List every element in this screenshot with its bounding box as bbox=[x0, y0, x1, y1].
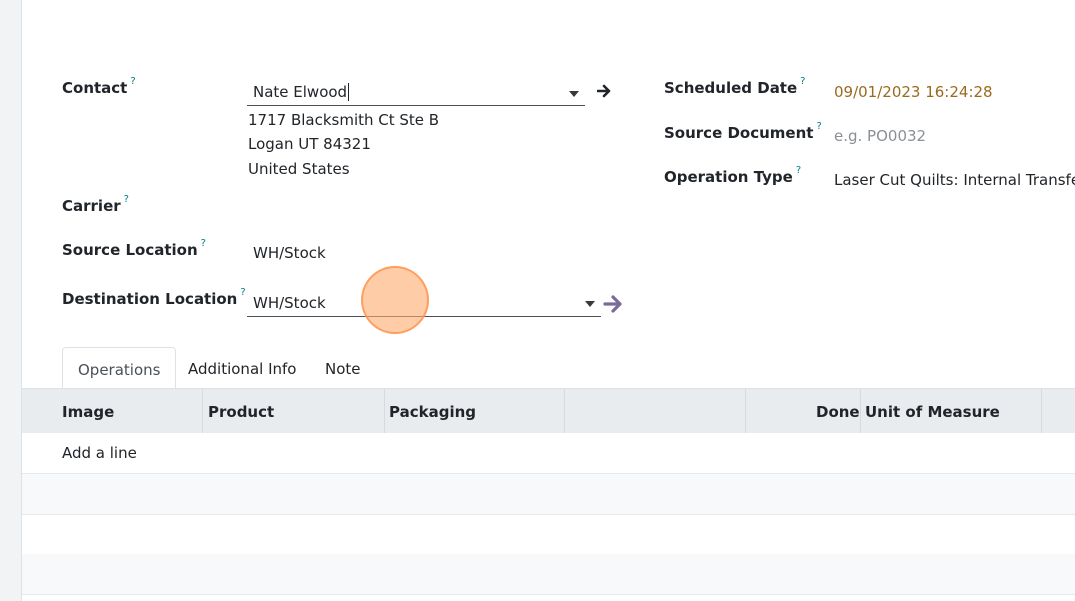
scheduled-date-help-icon[interactable]: ? bbox=[800, 76, 805, 87]
source-location-value: WH/Stock bbox=[253, 244, 326, 262]
table-row bbox=[22, 474, 1075, 515]
destination-arrow-right-icon[interactable] bbox=[603, 293, 625, 315]
operation-type-value[interactable]: Laser Cut Quilts: Internal Transfers bbox=[834, 171, 1075, 189]
address-line-3: United States bbox=[248, 160, 350, 178]
contact-help-icon[interactable]: ? bbox=[130, 76, 135, 87]
contact-label: Contact? bbox=[62, 76, 136, 97]
column-image[interactable]: Image bbox=[62, 389, 114, 433]
table-header: Image Product Packaging Done Unit of Mea… bbox=[22, 388, 1075, 433]
destination-location-help-icon[interactable]: ? bbox=[240, 287, 245, 298]
column-packaging[interactable]: Packaging bbox=[389, 389, 476, 433]
add-line-link[interactable]: Add a line bbox=[62, 444, 137, 462]
source-document-label: Source Document? bbox=[664, 121, 822, 142]
column-unit-of-measure[interactable]: Unit of Measure bbox=[865, 389, 1000, 433]
source-location-label: Source Location? bbox=[62, 238, 206, 259]
table-row bbox=[22, 514, 1075, 555]
contact-value: Nate Elwood bbox=[253, 83, 350, 101]
destination-location-value: WH/Stock bbox=[253, 294, 326, 312]
click-indicator bbox=[361, 266, 429, 334]
column-product[interactable]: Product bbox=[208, 389, 274, 433]
contact-field[interactable]: Nate Elwood bbox=[247, 79, 585, 106]
source-location-help-icon[interactable]: ? bbox=[201, 238, 206, 249]
address-line-2: Logan UT 84321 bbox=[248, 135, 371, 153]
table-row bbox=[22, 554, 1075, 595]
destination-dropdown-chevron-down-icon[interactable] bbox=[585, 301, 595, 307]
tab-note[interactable]: Note bbox=[325, 347, 361, 387]
destination-location-label: Destination Location? bbox=[62, 287, 246, 308]
tab-additional-info[interactable]: Additional Info bbox=[188, 347, 296, 387]
operation-type-label: Operation Type? bbox=[664, 165, 802, 186]
column-done[interactable]: Done bbox=[816, 389, 860, 433]
scheduled-date-label: Scheduled Date? bbox=[664, 76, 806, 97]
address-line-1: 1717 Blacksmith Ct Ste B bbox=[248, 111, 440, 129]
carrier-help-icon[interactable]: ? bbox=[124, 194, 129, 205]
contact-dropdown-chevron-down-icon[interactable] bbox=[569, 91, 579, 97]
source-document-field[interactable]: e.g. PO0032 bbox=[834, 127, 926, 145]
carrier-label: Carrier? bbox=[62, 194, 129, 215]
contact-arrow-right-icon[interactable] bbox=[597, 83, 613, 99]
tab-operations[interactable]: Operations bbox=[62, 347, 177, 389]
scheduled-date-value[interactable]: 09/01/2023 16:24:28 bbox=[834, 83, 993, 101]
operation-type-help-icon[interactable]: ? bbox=[796, 165, 801, 176]
form-sheet: Contact? Nate Elwood 1717 Blacksmith Ct … bbox=[21, 0, 1075, 601]
source-document-help-icon[interactable]: ? bbox=[816, 121, 821, 132]
table-row: Add a line bbox=[22, 433, 1075, 474]
